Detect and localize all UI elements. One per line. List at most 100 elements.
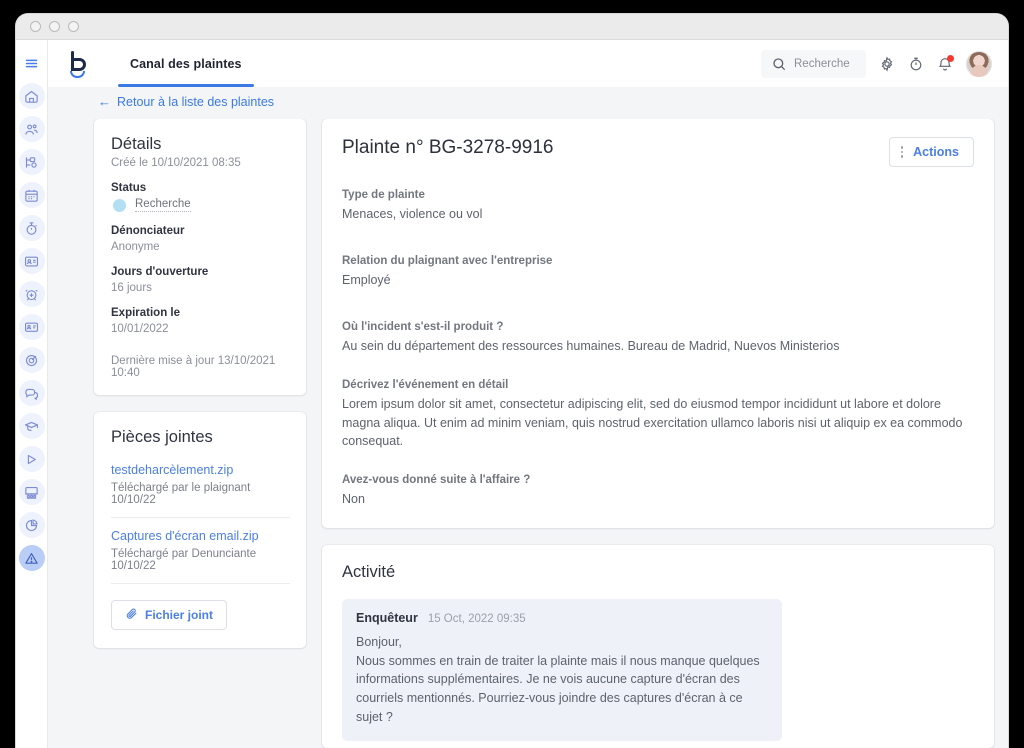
reporter-value: Anonyme [111,241,160,253]
list-item: Captures d'écran email.zip Téléchargé pa… [111,529,290,584]
left-column: Détails Créé le 10/10/2021 08:35 Status … [94,119,306,748]
sidebar-item-menu[interactable] [19,50,45,76]
activity-message: Enquêteur 15 Oct, 2022 09:35 Bonjour, No… [342,598,782,741]
sidebar-item-users[interactable] [18,116,45,142]
avatar[interactable] [966,50,992,77]
breadcrumb: ← Retour à la liste des plaintes [48,87,1008,119]
window-titlebar [16,14,1008,40]
page-body: Détails Créé le 10/10/2021 08:35 Status … [48,119,1008,748]
sidebar-item-alarm[interactable] [18,281,45,307]
complaint-question: Type de plainte [342,189,425,201]
attachment-meta: Téléchargé par le plaignant 10/10/22 [111,482,251,506]
back-to-list-label: Retour à la liste des plaintes [117,94,275,109]
paperclip-icon [125,607,138,623]
reporter-label: Dénonciateur [111,225,185,237]
attachment-meta: Téléchargé par Denunciante 10/10/22 [111,548,257,572]
last-update-text: Dernière mise à jour 13/10/2021 10:40 [111,355,276,379]
search-icon [771,56,787,72]
status-badge[interactable]: Recherche [111,198,290,212]
reporter-field: Dénonciateur Anonyme [111,225,290,253]
page-title: Plainte n° BG-3278-9916 [342,137,554,158]
details-title: Détails [111,135,162,153]
app-window: Canal des plaintes Recherche ← Retour à … [16,14,1008,748]
sidebar-nav [16,40,48,748]
sidebar-item-chat[interactable] [18,380,45,406]
app-logo-icon [66,49,100,79]
window-minimize-button[interactable] [49,21,60,32]
right-column: Plainte n° BG-3278-9916 Actions Type de … [322,119,994,748]
attachment-link[interactable]: Captures d'écran email.zip [111,529,290,543]
complaint-answer: Lorem ipsum dolor sit amet, consectetur … [342,397,963,448]
attachment-link[interactable]: testdeharcèlement.zip [111,463,290,477]
complaint-field: Relation du plaignant avec l'entreprise … [342,255,974,289]
sidebar-item-alert[interactable] [18,545,45,571]
tab-canal-des-plaintes[interactable]: Canal des plaintes [108,40,264,87]
sidebar-item-home[interactable] [18,83,45,109]
arrow-left-icon: ← [98,94,111,109]
notification-badge [947,54,954,62]
tab-active-indicator [118,84,254,87]
sidebar-item-target[interactable] [18,347,45,373]
activity-message-body: Bonjour, Nous sommes en train de traiter… [356,634,760,724]
window-close-button[interactable] [30,21,41,32]
sidebar-item-timer[interactable] [18,215,45,241]
expiration-label: Expiration le [111,307,181,319]
sidebar-item-play[interactable] [18,446,45,472]
activity-message-header: Enquêteur 15 Oct, 2022 09:35 [356,611,768,625]
complaint-answer: Au sein du département des ressources hu… [342,339,840,354]
complaint-card: Plainte n° BG-3278-9916 Actions Type de … [322,119,994,528]
kebab-menu-icon [900,146,904,158]
expiration-value: 10/01/2022 [111,323,169,335]
complaint-field: Où l'incident s'est-il produit ? Au sein… [342,321,974,355]
attach-file-label: Fichier joint [145,608,214,622]
timer-icon[interactable] [908,56,924,72]
sidebar-item-graduation[interactable] [18,413,45,439]
complaint-question: Décrivez l'événement en détail [342,379,509,392]
actions-label: Actions [913,145,959,159]
expiration-field: Expiration le 10/01/2022 [111,307,290,335]
list-item: testdeharcèlement.zip Téléchargé par le … [111,463,290,518]
status-label: Status [111,182,147,194]
open-days-value: 16 jours [111,282,152,294]
status-field: Status Recherche [111,182,290,212]
details-created: Créé le 10/10/2021 08:35 [111,157,241,169]
complaint-question: Relation du plaignant avec l'entreprise [342,255,553,268]
open-days-label: Jours d'ouverture [111,266,209,278]
notifications-button[interactable] [937,54,954,72]
complaint-field: Avez-vous donné suite à l'affaire ? Non [342,474,974,508]
window-maximize-button[interactable] [68,21,79,32]
activity-card: Activité Enquêteur 15 Oct, 2022 09:35 Bo… [322,544,994,748]
app-body: Canal des plaintes Recherche ← Retour à … [16,40,1008,748]
sidebar-item-calendar[interactable] [18,182,45,208]
gear-icon[interactable] [879,55,895,72]
status-value: Recherche [135,198,191,212]
complaint-question: Avez-vous donné suite à l'affaire ? [342,473,531,486]
attachments-card: Pièces jointes testdeharcèlement.zip Tél… [94,412,306,648]
complaint-question: Où l'incident s'est-il produit ? [342,321,504,334]
sidebar-item-user-message[interactable] [18,314,45,340]
sidebar-item-org-chart[interactable] [18,149,45,175]
complaint-answer: Menaces, violence ou vol [342,207,483,221]
sidebar-item-id-card[interactable] [18,248,45,274]
sidebar-item-pie-chart[interactable] [18,512,45,538]
tab-label: Canal des plaintes [130,56,242,71]
app-header: Canal des plaintes Recherche [48,40,1008,87]
activity-title: Activité [342,562,396,581]
activity-message-time: 15 Oct, 2022 09:35 [427,612,526,625]
complaint-answer: Non [342,491,365,506]
complaint-header: Plainte n° BG-3278-9916 Actions [342,137,974,167]
activity-message-author: Enquêteur [356,610,418,625]
attach-file-button[interactable]: Fichier joint [111,600,228,630]
header-actions: Recherche [761,49,992,78]
attachments-title: Pièces jointes [111,428,213,446]
details-card: Détails Créé le 10/10/2021 08:35 Status … [94,119,306,395]
search-input[interactable]: Recherche [761,49,866,78]
complaint-field: Type de plainte Menaces, violence ou vol [342,189,974,223]
actions-button[interactable]: Actions [888,137,974,167]
complaint-field: Décrivez l'événement en détail Lorem ips… [342,379,974,449]
search-placeholder: Recherche [794,57,850,70]
status-dot-icon [113,198,126,212]
sidebar-item-presentation[interactable] [18,479,45,505]
back-to-list-link[interactable]: ← Retour à la liste des plaintes [98,95,274,109]
open-days-field: Jours d'ouverture 16 jours [111,266,290,294]
